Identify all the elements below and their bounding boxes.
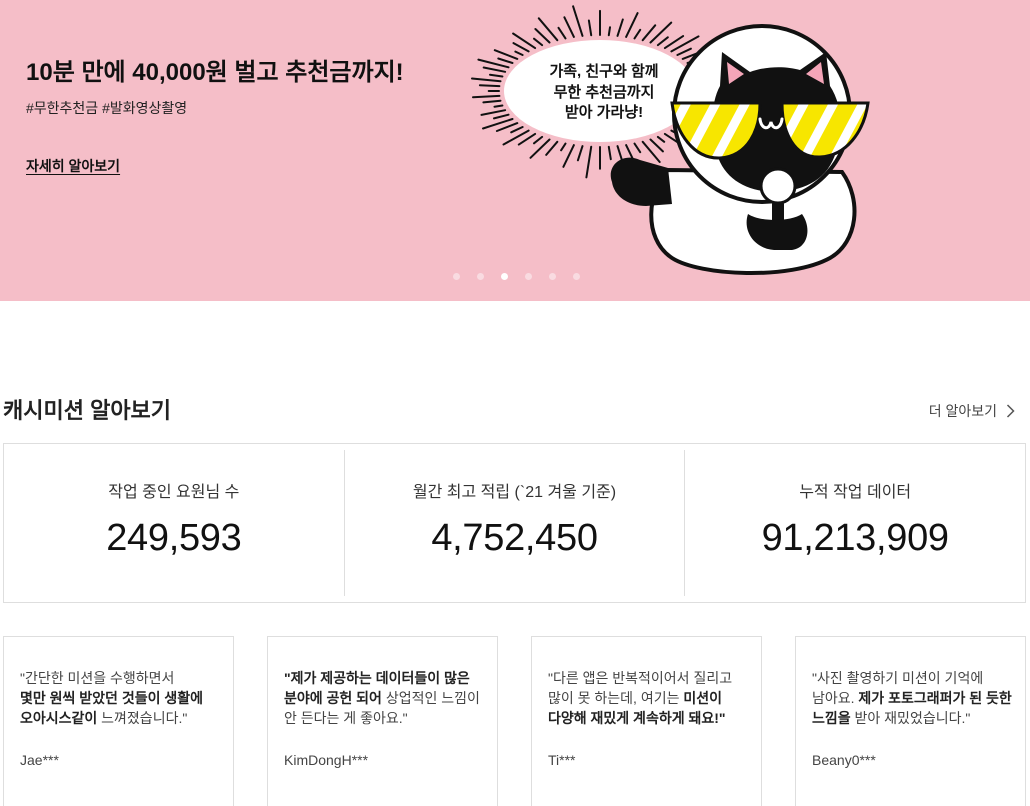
cat-paw-left	[610, 157, 672, 206]
quote-text-emphasis: 다양해 재밌게 계속하게 돼요!"	[548, 710, 726, 726]
speech-bubble-text: 가족, 친구와 함께 무한 추천금까지 받아 가라냥!	[524, 62, 684, 124]
quote-text-emphasis: 느낌을	[812, 710, 851, 726]
quote-text-emphasis: 미션이	[683, 690, 723, 706]
section-title: 캐시미션 알아보기	[3, 398, 172, 423]
hero-banner[interactable]: 10분 만에 40,000원 벌고 추천금까지! #무한추천금 #발화영상촬영 …	[0, 0, 1030, 301]
stat-label: 월간 최고 적립 (`21 겨울 기준)	[412, 484, 617, 501]
carousel-dot[interactable]	[501, 273, 508, 280]
carousel-dot[interactable]	[525, 273, 532, 280]
review-quote: "다른 앱은 반복적이어서 질리고 많이 못 하는데, 여기는 미션이 다양해 …	[548, 668, 751, 728]
carousel-dot[interactable]	[453, 273, 460, 280]
quote-text-emphasis: 분야에 공헌 되어	[284, 690, 382, 706]
quote-text: 안 든다는 게 좋아요."	[284, 710, 408, 726]
stat-label: 작업 중인 요원님 수	[108, 484, 240, 501]
review-quote: "사진 촬영하기 미션이 기억에 남아요. 제가 포토그래퍼가 된 듯한 느낌을…	[812, 668, 1015, 728]
review-author: Ti***	[548, 752, 576, 768]
review-author: Jae***	[20, 752, 59, 768]
carousel-pagination	[453, 273, 580, 280]
quote-text-emphasis: "제가 제공하는 데이터들이 많은	[284, 670, 470, 686]
learn-more-link[interactable]: 자세히 알아보기	[26, 156, 120, 176]
stats-panel: 작업 중인 요원님 수 249,593 월간 최고 적립 (`21 겨울 기준)…	[3, 443, 1026, 603]
quote-text-emphasis: 몇만 원씩 받았던 것들이 생활에	[20, 690, 203, 706]
quote-text: 남아요.	[812, 690, 859, 706]
review-card: "사진 촬영하기 미션이 기억에 남아요. 제가 포토그래퍼가 된 듯한 느낌을…	[795, 636, 1026, 806]
stat-active-agents: 작업 중인 요원님 수 249,593	[4, 450, 344, 596]
stat-value: 4,752,450	[431, 517, 598, 559]
review-list: "간단한 미션을 수행하면서 몇만 원씩 받았던 것들이 생활에 오아시스같이 …	[3, 636, 1026, 806]
quote-text: 느껴졌습니다."	[97, 710, 188, 726]
review-author: Beany0***	[812, 752, 876, 768]
review-author: KimDongH***	[284, 752, 369, 768]
carousel-dot[interactable]	[477, 273, 484, 280]
speech-bubble-line: 받아 가라냥!	[564, 104, 644, 121]
review-quote: "제가 제공하는 데이터들이 많은 분야에 공헌 되어 상업적인 느낌이 안 든…	[284, 668, 487, 728]
stat-total-data: 누적 작업 데이터 91,213,909	[684, 450, 1025, 596]
review-card: "다른 앱은 반복적이어서 질리고 많이 못 하는데, 여기는 미션이 다양해 …	[531, 636, 762, 806]
stat-value: 249,593	[106, 517, 242, 559]
quote-text-emphasis: 제가 포토그래퍼가 된 듯한	[858, 690, 1012, 706]
speech-bubble-line: 가족, 친구와 함께	[549, 63, 659, 80]
carousel-dot[interactable]	[573, 273, 580, 280]
review-card: "제가 제공하는 데이터들이 많은 분야에 공헌 되어 상업적인 느낌이 안 든…	[267, 636, 498, 806]
hero-title: 10분 만에 40,000원 벌고 추천금까지!	[26, 59, 404, 86]
see-more-link[interactable]: 더 알아보기	[929, 401, 1015, 421]
quote-text: "간단한 미션을 수행하면서	[20, 670, 175, 686]
speech-bubble-line: 무한 추천금까지	[553, 83, 655, 101]
quote-text-emphasis: 오아시스같이	[20, 710, 98, 726]
chevron-right-icon	[1006, 404, 1015, 418]
review-quote: "간단한 미션을 수행하면서 몇만 원씩 받았던 것들이 생활에 오아시스같이 …	[20, 668, 223, 728]
hero-illustration	[471, 5, 870, 275]
stat-monthly-top-earning: 월간 최고 적립 (`21 겨울 기준) 4,752,450	[343, 450, 685, 596]
stat-label: 누적 작업 데이터	[799, 484, 912, 501]
quote-text: 받아 재밌었습니다."	[850, 710, 971, 726]
review-card: "간단한 미션을 수행하면서 몇만 원씩 받았던 것들이 생활에 오아시스같이 …	[3, 636, 234, 806]
see-more-label: 더 알아보기	[928, 403, 997, 419]
quote-text: "다른 앱은 반복적이어서 질리고	[548, 670, 733, 686]
quote-text: "사진 촬영하기 미션이 기억에	[812, 670, 984, 686]
carousel-dot[interactable]	[549, 273, 556, 280]
quote-text: 많이 못 하는데, 여기는	[548, 690, 684, 706]
stat-value: 91,213,909	[761, 517, 949, 559]
quote-text: 상업적인 느낌이	[381, 690, 480, 706]
hero-hashtags: #무한추천금 #발화영상촬영	[26, 100, 188, 116]
microphone-icon	[759, 167, 797, 205]
